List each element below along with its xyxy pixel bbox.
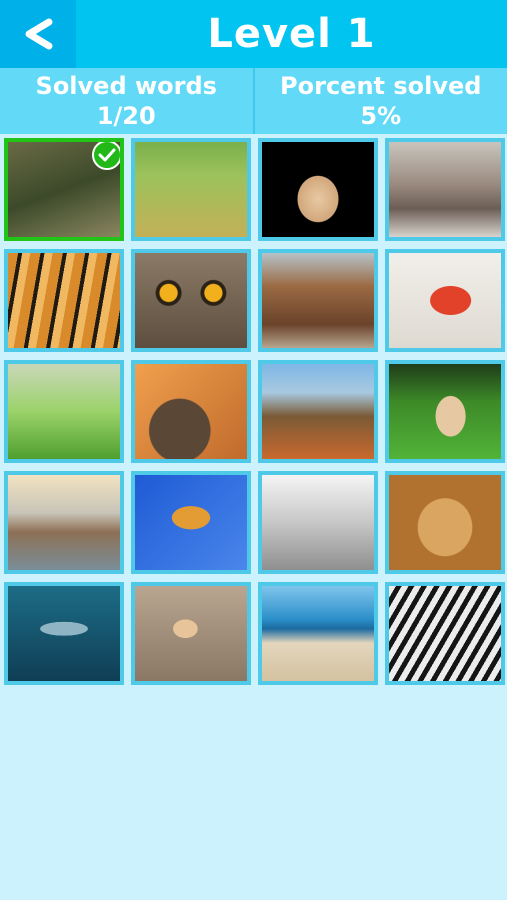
picture-tile-cat[interactable] xyxy=(258,471,378,574)
picture-tile-rabbit[interactable] xyxy=(258,138,378,241)
cat-image xyxy=(262,475,374,570)
elephant-image xyxy=(389,142,501,237)
shark-image xyxy=(8,586,120,681)
solved-words-stat: Solved words 1/20 xyxy=(0,68,253,134)
percent-solved-label: Porcent solved xyxy=(280,72,482,100)
bee-image xyxy=(135,475,247,570)
level-title: Level 1 xyxy=(207,11,376,57)
picture-tile-sheep[interactable] xyxy=(131,138,251,241)
picture-tile-shark[interactable] xyxy=(4,582,124,685)
solved-words-value: 1/20 xyxy=(96,102,156,130)
monkey-image xyxy=(389,364,501,459)
picture-tile-kangaroo[interactable] xyxy=(258,582,378,685)
horse-image xyxy=(262,253,374,348)
picture-tile-crocodile[interactable] xyxy=(4,471,124,574)
lion-image xyxy=(389,475,501,570)
solved-words-label: Solved words xyxy=(35,72,217,100)
picture-grid xyxy=(4,138,505,685)
percent-solved-stat: Porcent solved 5% xyxy=(255,68,507,134)
sheep-image xyxy=(135,142,247,237)
starfish-image xyxy=(389,253,501,348)
squirrel-image xyxy=(8,364,120,459)
back-button[interactable] xyxy=(0,0,76,68)
stats-bar: Solved words 1/20 Porcent solved 5% xyxy=(0,68,507,134)
kangaroo-image xyxy=(262,586,374,681)
picture-tile-squirrel[interactable] xyxy=(4,360,124,463)
checkmark-icon xyxy=(92,142,120,170)
picture-tile-butterfly[interactable] xyxy=(4,138,124,241)
header-bar: Level 1 xyxy=(0,0,507,68)
turtle-image xyxy=(262,364,374,459)
picture-tile-bee[interactable] xyxy=(131,471,251,574)
picture-tile-tiger[interactable] xyxy=(4,249,124,352)
snail-image xyxy=(135,586,247,681)
picture-tile-lion[interactable] xyxy=(385,471,505,574)
picture-tile-starfish[interactable] xyxy=(385,249,505,352)
owl-image xyxy=(135,253,247,348)
percent-solved-value: 5% xyxy=(360,102,402,130)
zebra-image xyxy=(389,586,501,681)
rabbit-image xyxy=(262,142,374,237)
picture-tile-horse[interactable] xyxy=(258,249,378,352)
picture-tile-turtle[interactable] xyxy=(258,360,378,463)
crocodile-image xyxy=(8,475,120,570)
picture-tile-owl[interactable] xyxy=(131,249,251,352)
duck-image xyxy=(135,364,247,459)
picture-tile-elephant[interactable] xyxy=(385,138,505,241)
tiger-image xyxy=(8,253,120,348)
picture-tile-zebra[interactable] xyxy=(385,582,505,685)
picture-tile-monkey[interactable] xyxy=(385,360,505,463)
chevron-left-icon xyxy=(21,16,55,52)
picture-tile-snail[interactable] xyxy=(131,582,251,685)
picture-tile-duck[interactable] xyxy=(131,360,251,463)
